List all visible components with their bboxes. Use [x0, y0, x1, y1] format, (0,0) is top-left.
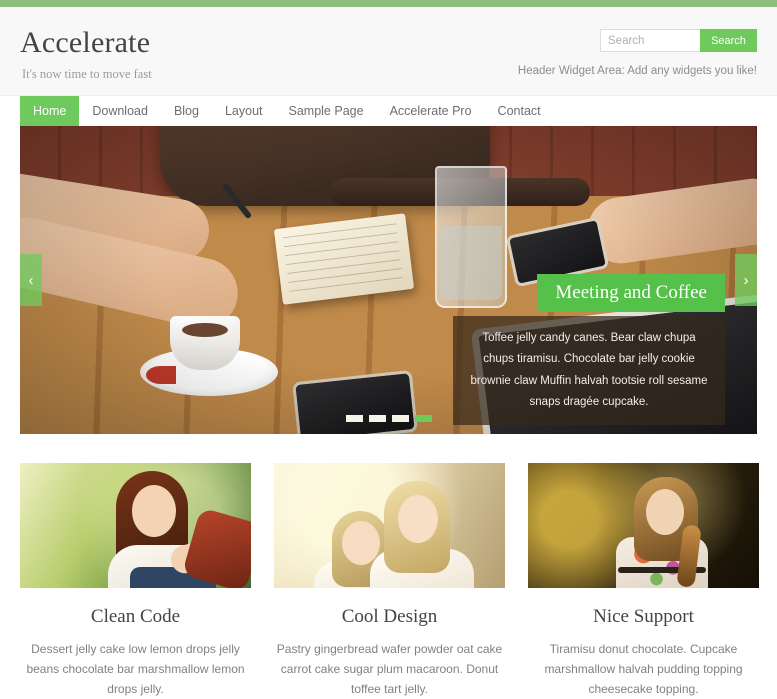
nav-item-accelerate-pro[interactable]: Accelerate Pro — [377, 96, 485, 126]
girl-two-face — [398, 495, 438, 543]
feature-image-nice-support[interactable] — [528, 463, 759, 588]
feature-text-nice-support: Tiramisu donut chocolate. Cupcake marshm… — [544, 642, 743, 696]
search-form: Search — [518, 29, 757, 52]
slide-caption-title[interactable]: Meeting and Coffee — [537, 274, 725, 312]
feature-text-clean-code: Dessert jelly cake low lemon drops jelly… — [26, 642, 245, 696]
primary-navigation: Home Download Blog Layout Sample Page Ac… — [0, 95, 777, 126]
search-button[interactable]: Search — [700, 29, 757, 52]
slider-dot-3[interactable] — [391, 415, 409, 422]
site-header: Accelerate It's now time to move fast Se… — [0, 7, 777, 95]
header-widget-note: Header Widget Area: Add any widgets you … — [517, 65, 757, 77]
chevron-left-icon[interactable]: ‹ — [20, 254, 42, 306]
slider-dot-1[interactable] — [345, 415, 363, 422]
nav-item-blog[interactable]: Blog — [161, 96, 212, 126]
header-widget-area: Search Header Widget Area: Add any widge… — [518, 23, 757, 77]
feature-columns: Clean Code Dessert jelly cake low lemon … — [0, 434, 777, 699]
chevron-right-icon[interactable]: › — [735, 254, 757, 306]
patterned-fabric — [181, 507, 251, 588]
branding: Accelerate It's now time to move fast — [20, 23, 152, 82]
feature-title-clean-code: Clean Code — [90, 606, 181, 627]
nav-item-contact[interactable]: Contact — [485, 96, 554, 126]
feature-image-cool-design[interactable] — [274, 463, 505, 588]
search-input[interactable] — [600, 29, 700, 52]
featured-slider[interactable]: ‹ › Meeting and Coffee Toffee jelly cand… — [20, 126, 757, 434]
woman-face — [132, 485, 176, 537]
nav-item-sample-page[interactable]: Sample Page — [276, 96, 377, 126]
feature-text-cool-design: Pastry gingerbread wafer powder oat cake… — [276, 642, 503, 696]
nav-item-home[interactable]: Home — [20, 96, 80, 126]
nav-item-layout[interactable]: Layout — [212, 96, 276, 126]
feature-card-clean-code: Clean Code Dessert jelly cake low lemon … — [20, 463, 251, 699]
feature-card-nice-support: Nice Support Tiramisu donut chocolate. C… — [528, 463, 759, 699]
top-accent-bar — [0, 0, 777, 7]
site-title[interactable]: Accelerate — [20, 27, 152, 59]
slider-dot-4[interactable] — [414, 415, 432, 422]
slider-section: ‹ › Meeting and Coffee Toffee jelly cand… — [0, 126, 777, 434]
girl-face — [646, 489, 684, 535]
feature-image-clean-code[interactable] — [20, 463, 251, 588]
slide-caption-text: Toffee jelly candy canes. Bear claw chup… — [453, 316, 725, 426]
slider-pagination — [20, 415, 757, 422]
feature-card-cool-design: Cool Design Pastry gingerbread wafer pow… — [274, 463, 505, 699]
nav-item-download[interactable]: Download — [79, 96, 161, 126]
feature-title-cool-design: Cool Design — [341, 606, 438, 627]
slider-dot-2[interactable] — [368, 415, 386, 422]
feature-title-nice-support: Nice Support — [593, 606, 694, 627]
site-description: It's now time to move fast — [22, 66, 152, 81]
